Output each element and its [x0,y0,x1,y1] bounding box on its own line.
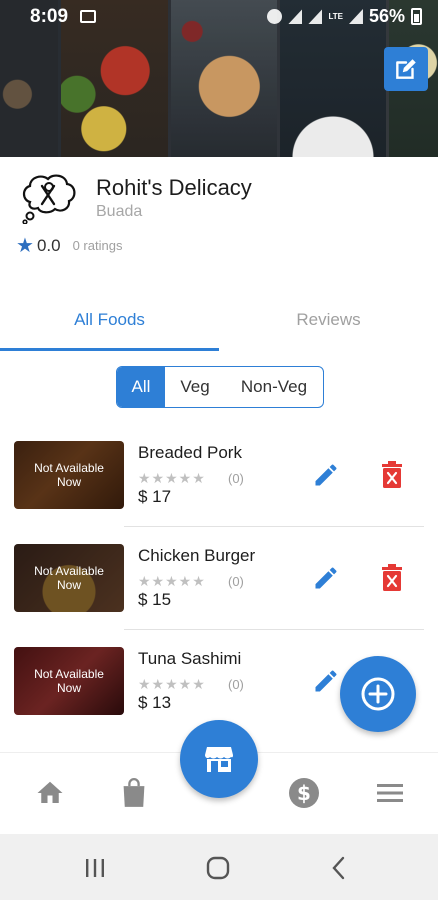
availability-label: Not Available Now [14,544,124,612]
gallery-icon [80,10,96,23]
nav-home-button[interactable] [30,773,70,813]
dollar-icon: $ [289,778,319,808]
back-button[interactable] [324,853,354,883]
rating-count: 0 ratings [72,238,123,253]
nav-orders-button[interactable] [114,773,154,813]
pencil-icon[interactable] [312,461,340,489]
food-image: Not Available Now [14,441,124,509]
system-home-icon [206,856,230,880]
trash-icon[interactable] [380,564,404,592]
tab-reviews[interactable]: Reviews [219,290,438,350]
availability-label: Not Available Now [14,647,124,715]
tab-bar: All Foods Reviews [0,290,438,352]
edit-square-icon [396,59,416,79]
rating-row: ★ 0.0 0 ratings [16,233,122,258]
signal-icon-2 [348,9,363,24]
recents-icon [86,859,104,877]
system-nav-bar [0,834,438,900]
food-price: $ 15 [138,590,172,609]
food-name: Breaded Pork [138,443,242,462]
add-food-button[interactable] [340,656,416,732]
restaurant-logo-icon [20,172,78,225]
food-stars: ★★★★★ [138,573,206,589]
alarm-icon [267,9,283,24]
plus-circle-icon [361,677,395,711]
tab-indicator [0,348,219,351]
food-price: $ 17 [138,487,172,506]
back-icon [332,856,345,880]
list-item[interactable]: Not Available Now Breaded Pork ★★★★★ (0)… [0,435,438,527]
filter-veg[interactable]: Veg [165,367,225,407]
food-price: $ 13 [138,693,172,712]
menu-icon [377,784,403,802]
status-time: 8:09 [30,6,69,27]
filter-non-veg[interactable]: Non-Veg [225,367,323,407]
row-divider [124,629,424,630]
tab-all-foods[interactable]: All Foods [0,290,219,350]
pencil-icon[interactable] [312,667,340,695]
food-type-filter: All Veg Non-Veg [116,366,324,408]
list-item[interactable]: Not Available Now Chicken Burger ★★★★★ (… [0,538,438,630]
battery-percent: 56% [368,6,405,26]
food-image: Not Available Now [14,647,124,715]
star-icon: ★ [16,235,34,257]
system-home-button[interactable] [203,853,233,883]
food-image: Not Available Now [14,544,124,612]
nav-earnings-button[interactable]: $ [284,773,324,813]
home-icon [37,781,63,803]
row-divider [124,526,424,527]
battery-icon [411,8,422,25]
status-bar: 8:09 LTE 56% [0,0,438,34]
rating-value: 0.0 [36,235,61,255]
food-stars: ★★★★★ [138,470,206,486]
restaurant-name: Rohit's Delicacy [96,175,252,200]
store-button[interactable] [180,720,258,798]
food-name: Tuna Sashimi [138,649,242,668]
restaurant-location: Buada [96,203,143,220]
filter-all[interactable]: All [117,367,165,407]
svg-text:$: $ [297,781,311,805]
shopping-bag-icon [123,778,145,807]
status-icons: LTE 56% [267,6,422,27]
food-review-count: (0) [228,574,244,589]
food-stars: ★★★★★ [138,676,206,692]
food-review-count: (0) [228,471,244,486]
store-icon [205,747,233,772]
food-name: Chicken Burger [138,546,256,565]
network-label: LTE [328,12,343,21]
edit-restaurant-button[interactable] [384,47,428,91]
signal-icon [308,9,323,24]
wifi-icon [288,9,303,24]
pencil-icon[interactable] [312,564,340,592]
availability-label: Not Available Now [14,441,124,509]
nav-menu-button[interactable] [370,773,410,813]
food-review-count: (0) [228,677,244,692]
trash-icon[interactable] [380,461,404,489]
recents-button[interactable] [80,853,110,883]
